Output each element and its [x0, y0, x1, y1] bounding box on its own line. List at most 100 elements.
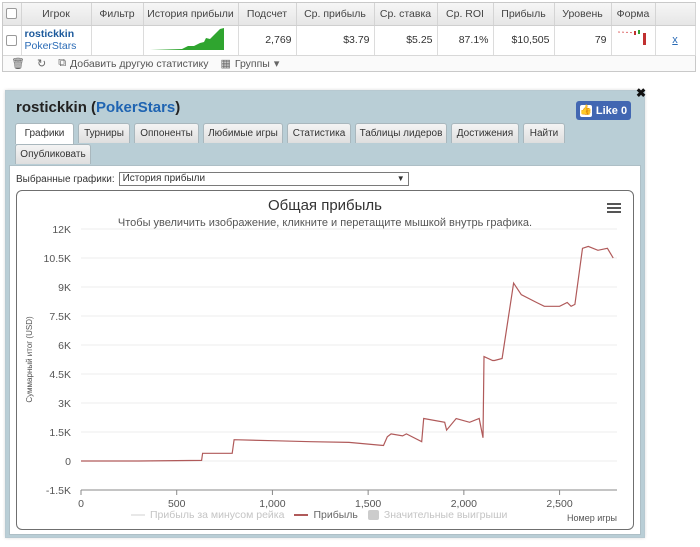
- remove-player-link[interactable]: x: [672, 34, 678, 46]
- profit-chart-svg[interactable]: -1.5K01.5K3K4.5K6K7.5K9K10.5K12K0 500 1,00…: [17, 191, 634, 530]
- chart-title: Общая прибыль: [267, 197, 383, 214]
- panel-player-name: rostickkin: [16, 99, 87, 116]
- select-all-checkbox[interactable]: [6, 8, 18, 20]
- panel-title: rostickkin (PokerStars): [16, 99, 181, 116]
- thumbs-up-icon: 👍: [579, 104, 593, 117]
- legend-item-rake[interactable]: Прибыль за минусом рейка: [131, 509, 284, 521]
- facebook-like-button[interactable]: 👍 Like 0: [576, 101, 631, 120]
- tab-charts[interactable]: Графики: [15, 123, 74, 144]
- player-panel: rostickkin (PokerStars) ✖ 👍 Like 0 Графи…: [5, 86, 646, 538]
- form-bar: [633, 30, 636, 35]
- y-tick-label: 3K: [58, 398, 71, 410]
- chevron-down-icon: ▼: [396, 174, 405, 183]
- tab-opponents[interactable]: Оппоненты: [134, 123, 199, 143]
- form-chart: [617, 29, 646, 45]
- legend-label-profit: Прибыль: [313, 509, 358, 521]
- form-bar: [637, 29, 640, 34]
- column-header-profit[interactable]: Прибыль: [493, 3, 555, 26]
- column-header-level[interactable]: Уровень: [554, 3, 612, 26]
- select-all-header[interactable]: [3, 3, 22, 26]
- chart-select[interactable]: История прибыли ▼: [118, 172, 409, 186]
- x-axis-title: Номер игры: [567, 513, 617, 523]
- y-axis-title: Суммарный итог (USD): [25, 316, 34, 403]
- legend-label-rake: Прибыль за минусом рейка: [150, 509, 285, 521]
- tab-tournaments[interactable]: Турниры: [78, 123, 130, 143]
- trash-icon[interactable]: 🗑: [11, 57, 25, 70]
- chevron-down-icon: ▾: [273, 58, 280, 70]
- legend-item-profit[interactable]: Прибыль: [294, 509, 358, 521]
- column-header-avg-profit[interactable]: Ср. прибыль: [296, 3, 375, 26]
- remove-cell: x: [655, 25, 696, 56]
- y-tick-label: 7.5K: [49, 311, 71, 323]
- column-header-avg-stake[interactable]: Ср. ставка: [374, 3, 438, 26]
- y-tick-label: 1.5K: [49, 427, 71, 439]
- charts-tab-content: Выбранные графики: История прибыли ▼ -1.…: [9, 165, 641, 535]
- y-tick-label: 6K: [58, 340, 71, 352]
- add-stats-label: Добавить другую статистику: [70, 57, 209, 70]
- column-header-profit-history[interactable]: История прибыли: [143, 3, 239, 26]
- profit-history-sparkline-cell: [143, 25, 239, 56]
- profit-cell: $10,505: [493, 25, 555, 56]
- y-tick-label: 10.5K: [44, 253, 71, 265]
- table-header-row: Игрок Фильтр История прибыли Подсчет Ср.…: [3, 3, 696, 26]
- tab-publish[interactable]: Опубликовать: [15, 144, 91, 164]
- selected-charts-label: Выбранные графики:: [16, 173, 115, 185]
- form-cell: [611, 25, 656, 56]
- avg-profit-cell: $3.79: [296, 25, 375, 56]
- groups-icon: ▦: [220, 58, 231, 70]
- chart-select-row: Выбранные графики: История прибыли ▼: [16, 172, 409, 186]
- column-header-count[interactable]: Подсчет: [238, 3, 297, 26]
- hamburger-menu-icon[interactable]: [607, 201, 623, 215]
- copy-icon: ⧉: [58, 57, 67, 69]
- y-tick-label: -1.5K: [46, 485, 71, 497]
- row-select-cell[interactable]: [3, 25, 22, 56]
- column-header-remove: [655, 3, 696, 26]
- player-site-link[interactable]: PokerStars: [25, 40, 87, 52]
- form-bar: [642, 32, 646, 45]
- x-tick-label: 2,500: [546, 498, 572, 510]
- tab-leaderboards[interactable]: Таблицы лидеров: [355, 123, 447, 143]
- chart-legend: Прибыль за минусом рейка Прибыль Значите…: [131, 509, 507, 521]
- legend-label-big-wins: Значительные выигрыши: [383, 509, 508, 521]
- tab-find[interactable]: Найти: [523, 123, 565, 143]
- like-label: Like 0: [595, 104, 628, 117]
- chart-select-value: История прибыли: [122, 173, 206, 184]
- groups-dropdown[interactable]: ▦ Группы ▾: [220, 57, 280, 71]
- profit-history-sparkline: [149, 27, 224, 50]
- sparkline-area: [149, 27, 224, 50]
- x-tick-label: 0: [78, 498, 84, 510]
- player-cell[interactable]: rostickkin PokerStars: [21, 25, 92, 56]
- tab-favorite-games[interactable]: Любимые игры: [203, 123, 283, 143]
- panel-site-link[interactable]: PokerStars: [96, 99, 175, 116]
- y-tick-label: 4.5K: [49, 369, 71, 381]
- legend-line-profit: [294, 514, 309, 516]
- add-stats-button[interactable]: ⧉ Добавить другую статистику: [58, 57, 208, 70]
- close-icon[interactable]: ✖: [634, 86, 648, 100]
- stats-toolbar: 🗑 ↻ ⧉ Добавить другую статистику ▦ Групп…: [3, 55, 695, 72]
- column-header-filter[interactable]: Фильтр: [91, 3, 144, 26]
- statistics-table: Игрок Фильтр История прибыли Подсчет Ср.…: [3, 3, 696, 56]
- column-header-avg-roi[interactable]: Ср. ROI: [437, 3, 494, 26]
- column-header-form[interactable]: Форма: [611, 3, 656, 26]
- level-cell: 79: [554, 25, 612, 56]
- player-name-link[interactable]: rostickkin: [25, 28, 87, 40]
- legend-line-rake: [131, 514, 145, 516]
- y-tick-label: 9K: [58, 282, 71, 294]
- profit-chart[interactable]: -1.5K 0 1.5K 3K 4.5K 6K 7.5K 9K 10.5K 12K 0 500 1,00…: [16, 190, 634, 530]
- series-line-profit: [81, 245, 614, 462]
- row-checkbox[interactable]: [6, 34, 18, 46]
- avg-roi-cell: 87.1%: [437, 25, 494, 56]
- count-cell: 2,769: [238, 25, 297, 56]
- column-header-player[interactable]: Игрок: [21, 3, 92, 26]
- tab-statistics[interactable]: Статистика: [287, 123, 351, 143]
- legend-box-big-wins: [367, 510, 379, 520]
- groups-label: Группы: [234, 57, 270, 70]
- legend-item-big-wins[interactable]: Значительные выигрыши: [367, 509, 508, 521]
- table-row: rostickkin PokerStars 2,769 $3.79 $5.25 …: [3, 25, 696, 56]
- refresh-icon[interactable]: ↻: [37, 57, 46, 70]
- filter-cell[interactable]: [91, 25, 144, 56]
- y-tick-label: 0: [65, 456, 71, 468]
- tab-achievements[interactable]: Достижения: [451, 123, 519, 143]
- avg-stake-cell: $5.25: [374, 25, 438, 56]
- chart-subtitle: Чтобы увеличить изображение, кликните и …: [117, 217, 533, 229]
